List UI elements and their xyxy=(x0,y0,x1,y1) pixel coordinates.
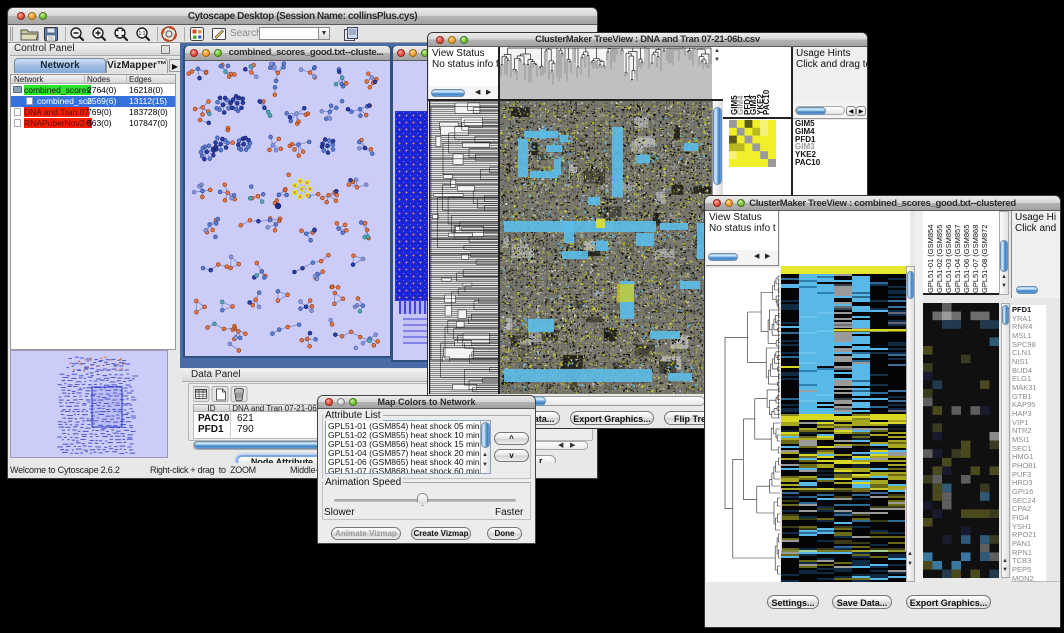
svg-text:1:1: 1:1 xyxy=(139,31,146,37)
